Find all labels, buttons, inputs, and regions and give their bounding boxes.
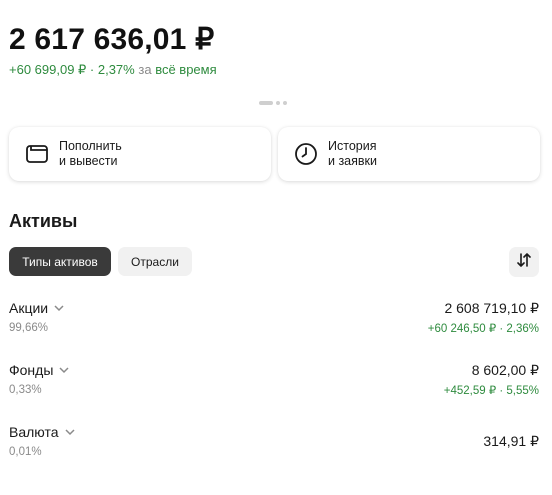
chevron-down-icon <box>54 303 64 313</box>
asset-value: 8 602,00 ₽ <box>471 362 539 378</box>
sort-button[interactable] <box>509 247 539 277</box>
clock-icon <box>294 142 318 166</box>
page-indicator-dot <box>283 101 287 105</box>
asset-name: Валюта <box>9 424 75 440</box>
deposit-withdraw-label: Пополнить и вывести <box>59 139 122 168</box>
history-orders-label: История и заявки <box>328 139 377 168</box>
page-indicator-active <box>259 101 273 105</box>
asset-share: 99,66% <box>9 322 49 334</box>
portfolio-change: +60 699,09 ₽ · 2,37% за всё время <box>9 62 217 78</box>
tab-asset-types[interactable]: Типы активов <box>9 247 111 276</box>
chevron-down-icon <box>59 365 69 375</box>
asset-share: 0,33% <box>9 384 42 396</box>
portfolio-balance: 2 617 636,01 ₽ <box>9 23 215 56</box>
asset-delta: +60 246,50 ₽ · 2,36% <box>427 323 539 335</box>
change-period-selector[interactable]: всё время <box>155 62 216 77</box>
asset-row-stocks[interactable]: Акции 99,66% 2 608 719,10 ₽ +60 246,50 ₽… <box>9 300 539 344</box>
page-indicator-dot <box>276 101 280 105</box>
asset-share: 0,01% <box>9 446 42 458</box>
asset-value: 314,91 ₽ <box>483 433 539 449</box>
page-indicator <box>259 101 287 105</box>
chevron-down-icon <box>65 427 75 437</box>
sort-arrows-icon <box>516 252 532 273</box>
asset-row-currency[interactable]: Валюта 0,01% 314,91 ₽ <box>9 424 539 468</box>
asset-name: Фонды <box>9 362 69 378</box>
asset-name: Акции <box>9 300 64 316</box>
history-orders-button[interactable]: История и заявки <box>278 127 540 181</box>
change-value: +60 699,09 ₽ · 2,37% <box>9 62 135 77</box>
asset-value: 2 608 719,10 ₽ <box>444 300 539 316</box>
wallet-icon <box>25 142 49 166</box>
deposit-withdraw-button[interactable]: Пополнить и вывести <box>9 127 271 181</box>
asset-row-funds[interactable]: Фонды 0,33% 8 602,00 ₽ +452,59 ₽ · 5,55% <box>9 362 539 406</box>
asset-delta: +452,59 ₽ · 5,55% <box>443 385 539 397</box>
assets-section-title: Активы <box>9 211 78 231</box>
change-connector: за <box>138 62 152 77</box>
tab-industries[interactable]: Отрасли <box>118 247 192 276</box>
